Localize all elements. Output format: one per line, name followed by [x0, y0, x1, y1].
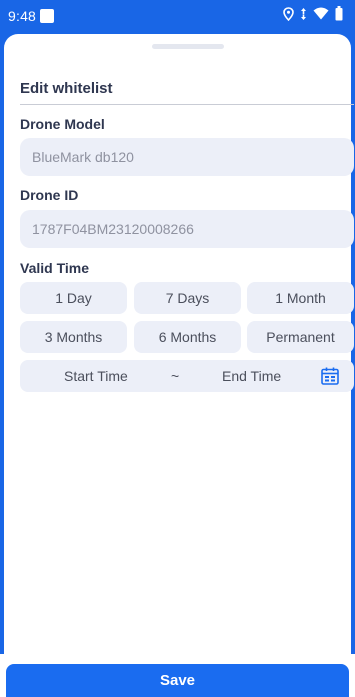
- drone-model-label: Drone Model: [20, 116, 105, 132]
- drone-model-value: BlueMark db120: [32, 149, 134, 165]
- edit-whitelist-sheet: Edit whitelist Drone Model BlueMark db12…: [4, 34, 354, 654]
- drone-id-label: Drone ID: [20, 187, 79, 203]
- calendar-icon[interactable]: [320, 366, 340, 389]
- drone-id-value: 1787F04BM23120008266: [32, 221, 194, 237]
- option-7-days[interactable]: 7 Days: [134, 282, 241, 314]
- data-arrows-icon: [300, 7, 307, 26]
- option-6-months[interactable]: 6 Months: [134, 321, 241, 353]
- status-bar: 9:48: [0, 0, 355, 34]
- sheet-title: Edit whitelist: [20, 80, 113, 97]
- title-divider: [20, 104, 354, 105]
- location-icon: [283, 6, 294, 26]
- sheet-drag-handle[interactable]: [152, 44, 224, 49]
- notification-icon: [40, 9, 54, 23]
- valid-time-label: Valid Time: [20, 260, 89, 276]
- start-time-field[interactable]: Start Time: [64, 368, 128, 384]
- end-time-field[interactable]: End Time: [222, 368, 281, 384]
- option-3-months[interactable]: 3 Months: [20, 321, 127, 353]
- status-time: 9:48: [8, 8, 37, 24]
- wifi-icon: [313, 7, 329, 25]
- range-separator: ~: [171, 368, 180, 384]
- drone-id-field[interactable]: 1787F04BM23120008266: [20, 210, 354, 248]
- option-1-month[interactable]: 1 Month: [247, 282, 354, 314]
- bottom-action-bar: Save: [0, 654, 355, 697]
- drone-model-field[interactable]: BlueMark db120: [20, 138, 354, 176]
- status-icons: [283, 6, 343, 26]
- custom-date-range[interactable]: Start Time ~ End Time: [20, 360, 354, 392]
- battery-icon: [335, 6, 343, 26]
- save-button[interactable]: Save: [6, 664, 349, 697]
- option-1-day[interactable]: 1 Day: [20, 282, 127, 314]
- option-permanent[interactable]: Permanent: [247, 321, 354, 353]
